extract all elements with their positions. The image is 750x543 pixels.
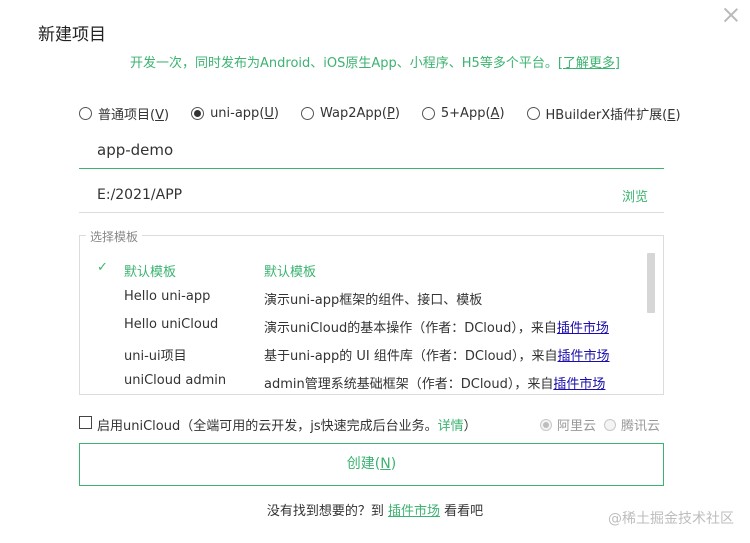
template-name: Hello uniCloud bbox=[124, 317, 219, 332]
template-description: 基于uni-app的 UI 组件库（作者：DCloud），来自插件市场 bbox=[264, 349, 610, 364]
project-name-field bbox=[79, 131, 664, 169]
plugin-market-link[interactable]: 插件市场 bbox=[558, 349, 610, 364]
template-description: 演示uni-app框架的组件、接口、模板 bbox=[264, 293, 483, 308]
project-path-field: 浏览 bbox=[79, 177, 664, 213]
project-type-hbuilderx-plugin[interactable]: HBuilderX插件扩展(E) bbox=[526, 104, 681, 123]
project-type-wap2app[interactable]: Wap2App(P) bbox=[300, 105, 400, 121]
close-icon[interactable] bbox=[722, 6, 740, 24]
project-type-5plusapp[interactable]: 5+App(A) bbox=[421, 105, 505, 121]
radio-icon[interactable] bbox=[526, 106, 540, 120]
provider-aliyun[interactable]: 阿里云 bbox=[539, 415, 596, 434]
template-list: ✓ 默认模板 默认模板 Hello uni-app 演示uni-app框架的组件… bbox=[80, 256, 640, 396]
subtitle-text: 开发一次，同时发布为Android、iOS原生App、小程序、H5等多个平台。 bbox=[130, 56, 558, 71]
template-groupbox: 选择模板 ✓ 默认模板 默认模板 Hello uni-app 演示uni-app… bbox=[79, 228, 664, 396]
checkmark-icon: ✓ bbox=[97, 260, 108, 275]
footer-plugin-market-link[interactable]: 插件市场 bbox=[388, 504, 440, 519]
template-description: 演示uniCloud的基本操作（作者：DCloud），来自插件市场 bbox=[264, 321, 609, 336]
template-item-hello-uniapp[interactable]: Hello uni-app 演示uni-app框架的组件、接口、模板 bbox=[80, 284, 640, 312]
template-name: Hello uni-app bbox=[124, 289, 211, 304]
template-item-uni-ui[interactable]: uni-ui项目 基于uni-app的 UI 组件库（作者：DCloud），来自… bbox=[80, 340, 640, 368]
radio-selected-icon[interactable] bbox=[191, 106, 205, 120]
new-project-dialog: 新建项目 开发一次，同时发布为Android、iOS原生App、小程序、H5等多… bbox=[0, 0, 750, 543]
provider-tencent[interactable]: 腾讯云 bbox=[603, 415, 660, 434]
template-description: admin管理系统基础框架（作者：DCloud），来自插件市场 bbox=[264, 377, 606, 392]
radio-icon[interactable] bbox=[79, 106, 92, 120]
radio-icon[interactable] bbox=[421, 106, 435, 120]
template-item-unicloud-admin[interactable]: uniCloud admin admin管理系统基础框架（作者：DCloud），… bbox=[80, 368, 640, 396]
project-type-label: HBuilderX插件扩展(E) bbox=[545, 107, 681, 123]
project-path-input[interactable] bbox=[79, 177, 579, 212]
unicloud-detail-link[interactable]: 详情 bbox=[438, 419, 464, 434]
template-legend: 选择模板 bbox=[86, 228, 143, 245]
template-name: 默认模板 bbox=[124, 265, 177, 280]
project-name-input[interactable] bbox=[79, 131, 664, 168]
template-scrollbar[interactable] bbox=[647, 253, 655, 313]
watermark: @稀土掘金技术社区 bbox=[608, 511, 734, 527]
dialog-title: 新建项目 bbox=[38, 25, 106, 45]
browse-button[interactable]: 浏览 bbox=[622, 186, 648, 205]
learn-more-link[interactable]: [了解更多] bbox=[558, 56, 620, 71]
template-name: uni-ui项目 bbox=[124, 349, 187, 364]
project-type-normal[interactable]: 普通项目(V) bbox=[79, 104, 169, 123]
template-description: 默认模板 bbox=[264, 265, 317, 280]
template-name: uniCloud admin bbox=[124, 373, 227, 388]
dialog-subtitle: 开发一次，同时发布为Android、iOS原生App、小程序、H5等多个平台。[… bbox=[0, 52, 750, 71]
plugin-market-link[interactable]: 插件市场 bbox=[557, 321, 609, 336]
provider-label: 腾讯云 bbox=[620, 419, 660, 434]
project-type-group: 普通项目(V) uni-app(U) Wap2App(P) 5+App(A) H… bbox=[79, 104, 681, 123]
unicloud-label: 启用uniCloud（全端可用的云开发，js快速完成后台业务。详情） bbox=[97, 419, 477, 434]
create-button[interactable]: 创建(N) bbox=[79, 443, 664, 486]
unicloud-checkbox[interactable] bbox=[79, 416, 92, 429]
radio-selected-icon[interactable] bbox=[539, 418, 552, 431]
project-type-label: 普通项目(V) bbox=[98, 107, 170, 123]
plugin-market-link[interactable]: 插件市场 bbox=[553, 377, 605, 392]
provider-label: 阿里云 bbox=[556, 419, 596, 434]
project-type-uniapp[interactable]: uni-app(U) bbox=[191, 106, 279, 121]
cloud-provider-group: 阿里云 腾讯云 bbox=[532, 415, 660, 434]
project-type-label: Wap2App(P) bbox=[319, 105, 400, 121]
template-item-default[interactable]: ✓ 默认模板 默认模板 bbox=[80, 256, 640, 284]
project-type-label: uni-app(U) bbox=[210, 105, 279, 121]
template-item-hello-unicloud[interactable]: Hello uniCloud 演示uniCloud的基本操作（作者：DCloud… bbox=[80, 312, 640, 340]
radio-icon[interactable] bbox=[300, 106, 314, 120]
radio-icon[interactable] bbox=[603, 418, 616, 431]
project-type-label: 5+App(A) bbox=[440, 105, 505, 121]
unicloud-row: 启用uniCloud（全端可用的云开发，js快速完成后台业务。详情） 阿里云 腾… bbox=[79, 414, 664, 434]
